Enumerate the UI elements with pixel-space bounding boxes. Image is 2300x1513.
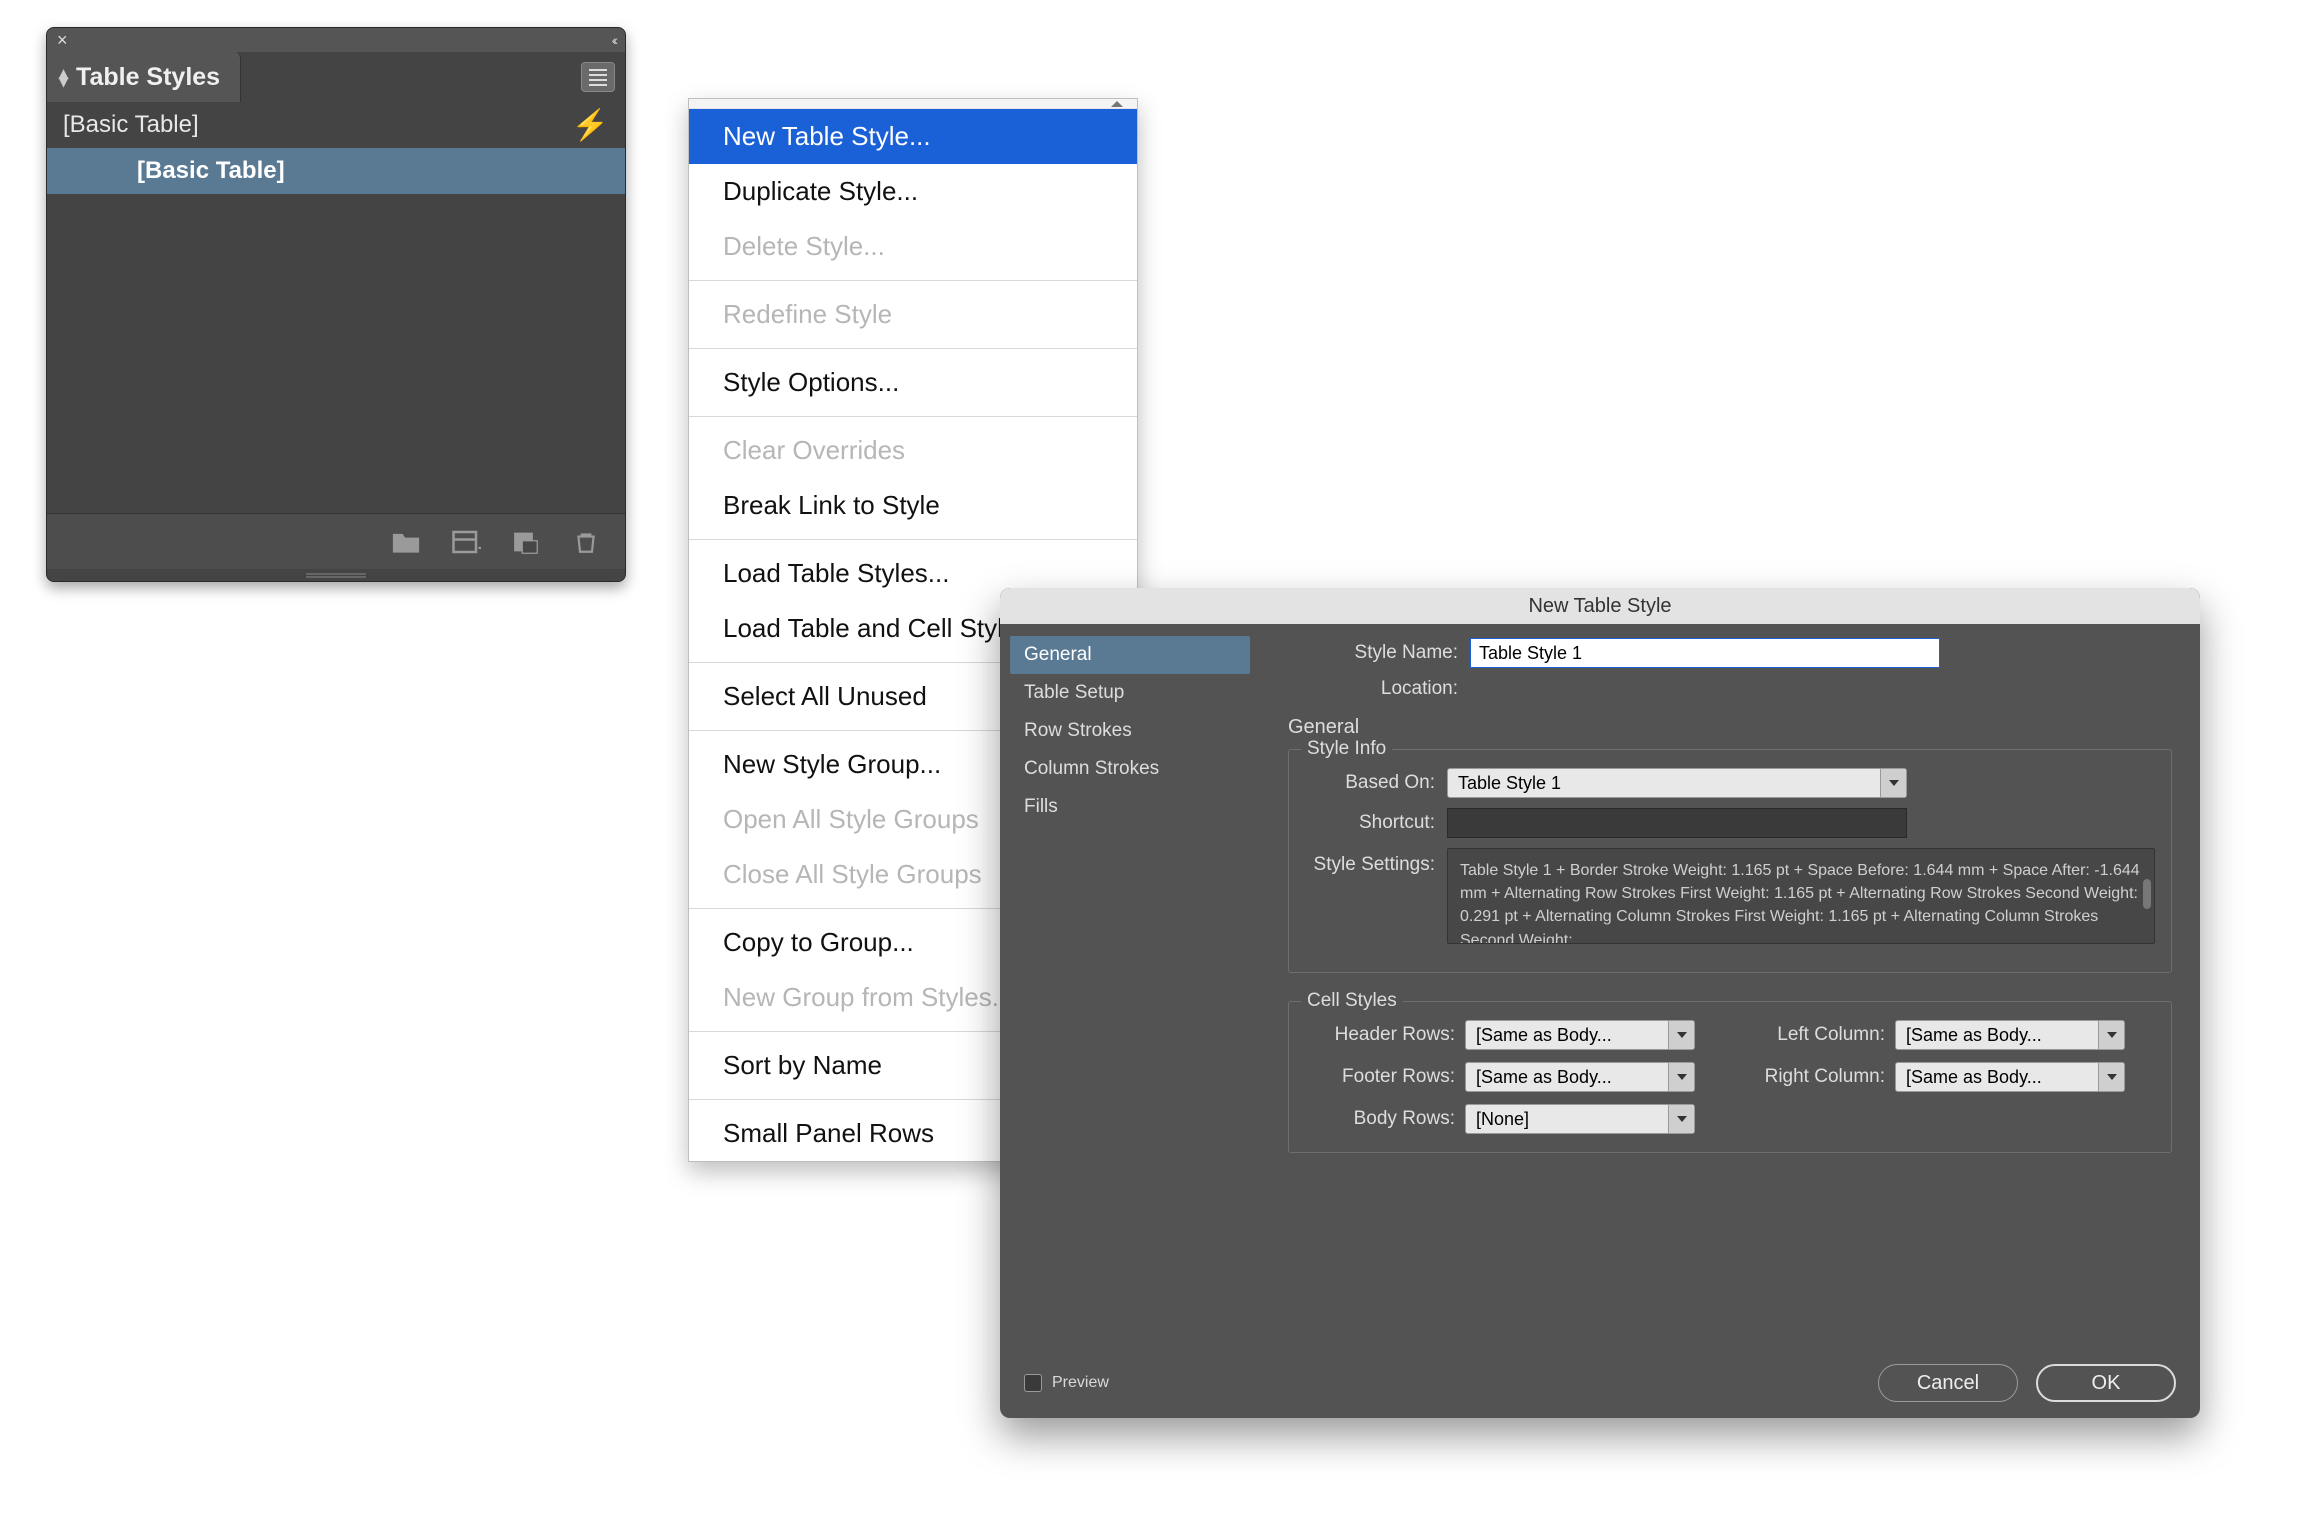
menu-item[interactable]: Style Options... xyxy=(689,355,1137,410)
lightning-icon: ⚡ xyxy=(572,108,609,143)
panel-footer: + xyxy=(47,513,625,569)
header-rows-label: Header Rows: xyxy=(1305,1024,1455,1046)
style-info-fieldset: Style Info Based On: Table Style 1 Short… xyxy=(1288,749,2172,973)
right-column-select[interactable]: [Same as Body... xyxy=(1895,1062,2125,1092)
svg-text:+: + xyxy=(479,541,482,555)
flyout-grip xyxy=(689,99,1137,109)
trash-icon[interactable] xyxy=(571,529,601,555)
body-rows-select[interactable]: [None] xyxy=(1465,1104,1695,1134)
category-item[interactable]: Column Strokes xyxy=(1010,750,1250,788)
chevron-down-icon xyxy=(2098,1021,2124,1049)
clear-override-icon[interactable] xyxy=(511,529,541,555)
panel-tab-strip: ▴▾ Table Styles xyxy=(47,52,625,102)
tab-table-styles[interactable]: ▴▾ Table Styles xyxy=(47,52,241,102)
menu-item[interactable]: Duplicate Style... xyxy=(689,164,1137,219)
preview-checkbox[interactable] xyxy=(1024,1374,1042,1392)
shortcut-input[interactable] xyxy=(1447,808,1907,838)
left-column-select[interactable]: [Same as Body... xyxy=(1895,1020,2125,1050)
scrollbar-thumb[interactable] xyxy=(2143,879,2151,909)
body-rows-label: Body Rows: xyxy=(1305,1108,1455,1130)
menu-separator xyxy=(689,348,1137,349)
menu-item: Clear Overrides xyxy=(689,423,1137,478)
style-settings-box[interactable]: Table Style 1 + Border Stroke Weight: 1.… xyxy=(1447,848,2155,944)
based-on-label: Based On: xyxy=(1305,772,1435,794)
dialog-footer: Preview Cancel OK xyxy=(1000,1348,2200,1418)
footer-rows-label: Footer Rows: xyxy=(1305,1066,1455,1088)
menu-separator xyxy=(689,280,1137,281)
footer-rows-select[interactable]: [Same as Body... xyxy=(1465,1062,1695,1092)
panel-menu-button[interactable] xyxy=(581,62,615,92)
collapse-icon[interactable]: ‹‹ xyxy=(612,32,615,48)
style-name-label: Style Name: xyxy=(1288,642,1458,664)
dialog-category-list: GeneralTable SetupRow StrokesColumn Stro… xyxy=(1000,624,1260,1348)
style-settings-label: Style Settings: xyxy=(1305,848,1435,876)
category-item[interactable]: Table Setup xyxy=(1010,674,1250,712)
table-styles-panel: × ‹‹ ▴▾ Table Styles [Basic Table] ⚡ [Ba… xyxy=(46,27,626,582)
preview-label: Preview xyxy=(1052,1374,1109,1392)
menu-item: Delete Style... xyxy=(689,219,1137,274)
style-name-input[interactable] xyxy=(1470,638,1940,668)
chevron-down-icon xyxy=(1668,1063,1694,1091)
cell-styles-legend: Cell Styles xyxy=(1301,990,1403,1012)
menu-item[interactable]: Break Link to Style xyxy=(689,478,1137,533)
menu-separator xyxy=(689,539,1137,540)
styles-list: [Basic Table] ⚡ [Basic Table] xyxy=(47,102,625,513)
close-icon[interactable]: × xyxy=(57,31,68,49)
based-on-value: Table Style 1 xyxy=(1458,773,1561,794)
style-settings-text: Table Style 1 + Border Stroke Weight: 1.… xyxy=(1460,862,2140,944)
category-item[interactable]: General xyxy=(1010,636,1250,674)
sort-updown-icon: ▴▾ xyxy=(59,69,68,85)
new-style-icon[interactable]: + xyxy=(451,529,481,555)
resize-grip[interactable] xyxy=(47,569,625,581)
category-item[interactable]: Fills xyxy=(1010,788,1250,826)
style-info-legend: Style Info xyxy=(1301,738,1392,760)
right-column-label: Right Column: xyxy=(1705,1066,1885,1088)
style-name: [Basic Table] xyxy=(137,157,285,185)
menu-separator xyxy=(689,416,1137,417)
style-row[interactable]: [Basic Table] ⚡ xyxy=(47,102,625,148)
menu-item: Redefine Style xyxy=(689,287,1137,342)
ok-button[interactable]: OK xyxy=(2036,1364,2176,1402)
new-table-style-dialog: New Table Style GeneralTable SetupRow St… xyxy=(1000,588,2200,1418)
based-on-select[interactable]: Table Style 1 xyxy=(1447,768,1907,798)
category-item[interactable]: Row Strokes xyxy=(1010,712,1250,750)
chevron-down-icon xyxy=(1668,1105,1694,1133)
cell-styles-fieldset: Cell Styles Header Rows: [Same as Body..… xyxy=(1288,1001,2172,1153)
dialog-content: Style Name: Location: General Style Info… xyxy=(1260,624,2200,1348)
left-column-label: Left Column: xyxy=(1705,1024,1885,1046)
shortcut-label: Shortcut: xyxy=(1305,812,1435,834)
chevron-down-icon xyxy=(1880,769,1906,797)
panel-top-bar: × ‹‹ xyxy=(47,28,625,52)
chevron-down-icon xyxy=(2098,1063,2124,1091)
location-label: Location: xyxy=(1288,678,1458,700)
header-rows-select[interactable]: [Same as Body... xyxy=(1465,1020,1695,1050)
section-general-label: General xyxy=(1288,716,2172,739)
dialog-title: New Table Style xyxy=(1000,588,2200,624)
style-row-selected[interactable]: [Basic Table] xyxy=(47,148,625,194)
style-name: [Basic Table] xyxy=(63,111,199,139)
menu-item[interactable]: New Table Style... xyxy=(689,109,1137,164)
folder-icon[interactable] xyxy=(391,529,421,555)
panel-title: Table Styles xyxy=(76,63,220,92)
chevron-down-icon xyxy=(1668,1021,1694,1049)
cancel-button[interactable]: Cancel xyxy=(1878,1364,2018,1402)
